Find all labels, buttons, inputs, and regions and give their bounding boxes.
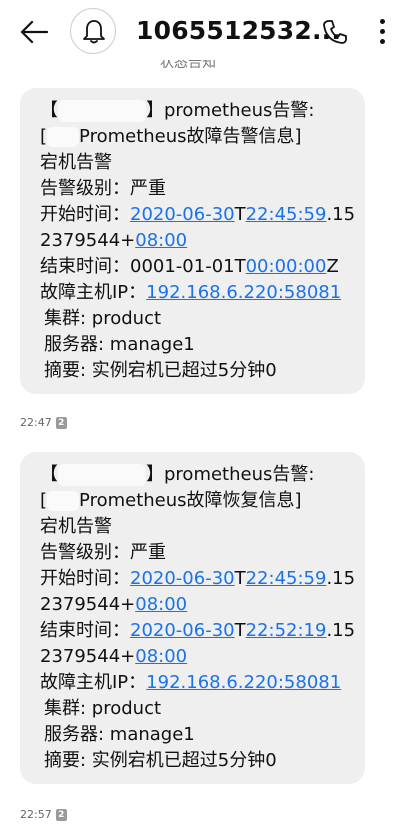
message-line: 宕机告警 xyxy=(40,516,112,537)
time-link[interactable]: 22:45:59 xyxy=(246,568,327,589)
start-time-line: 开始时间：2020-06-30T22:45:59.15 xyxy=(40,204,356,225)
message-meta: 22:57 2 xyxy=(20,808,67,821)
ip-link[interactable]: 192.168.6.220:58081 xyxy=(146,672,341,693)
message-line: 摘要: 实例宕机已超过5分钟0 xyxy=(44,750,277,771)
message-meta: 22:47 2 xyxy=(20,416,67,429)
message-line: 摘要: 实例宕机已超过5分钟0 xyxy=(44,360,277,381)
time-link[interactable]: 22:45:59 xyxy=(246,204,327,225)
sim-card-icon: 2 xyxy=(55,808,67,821)
message-timestamp: 22:47 xyxy=(20,416,52,429)
date-link[interactable]: 2020-06-30 xyxy=(130,568,235,589)
notification-button[interactable] xyxy=(70,8,116,54)
time-link[interactable]: 22:52:19 xyxy=(246,620,327,641)
redacted-sender xyxy=(58,464,146,486)
host-ip-line: 故障主机IP：192.168.6.220:58081 xyxy=(40,282,342,303)
message-line: [Prometheus故障恢复信息] xyxy=(40,490,302,511)
time-link[interactable]: 08:00 xyxy=(135,646,187,667)
message-line: 告警级别：严重 xyxy=(40,178,166,199)
end-time-line: 结束时间：0001-01-01T00:00:00Z xyxy=(40,256,339,277)
ip-link[interactable]: 192.168.6.220:58081 xyxy=(146,282,341,303)
message-bubble[interactable]: 【】prometheus告警: [Prometheus故障恢复信息] 宕机告警 … xyxy=(20,452,365,784)
end-time-line: 结束时间：2020-06-30T22:52:19.15 xyxy=(40,620,356,641)
message-line: 集群: product xyxy=(44,308,162,329)
host-ip-line: 故障主机IP：192.168.6.220:58081 xyxy=(40,672,342,693)
time-link[interactable]: 08:00 xyxy=(135,230,187,251)
message-line: 集群: product xyxy=(44,698,162,719)
message-line: 服务器: manage1 xyxy=(44,724,195,745)
arrow-left-icon[interactable] xyxy=(20,20,49,44)
conversation-title: 1065512532... xyxy=(136,16,342,45)
start-time-continuation: 2379544+08:00 xyxy=(40,230,188,251)
time-link[interactable]: 08:00 xyxy=(135,594,187,615)
time-link[interactable]: 00:00:00 xyxy=(246,256,327,277)
start-time-line: 开始时间：2020-06-30T22:45:59.15 xyxy=(40,568,356,589)
bell-icon xyxy=(83,20,105,44)
message-line: 宕机告警 xyxy=(40,152,112,173)
start-time-continuation: 2379544+08:00 xyxy=(40,594,188,615)
message-line: 【】prometheus告警: xyxy=(40,464,315,486)
more-vertical-icon[interactable] xyxy=(380,19,386,45)
redacted-text xyxy=(47,491,80,511)
message-line: 服务器: manage1 xyxy=(44,334,195,355)
message-bubble[interactable]: 【】prometheus告警: [Prometheus故障告警信息] 宕机告警 … xyxy=(20,88,365,394)
redacted-sender xyxy=(58,100,146,122)
message-timestamp: 22:57 xyxy=(20,808,52,821)
app-header: 1065512532... xyxy=(0,0,410,62)
previous-message-fragment: 状态告知 xyxy=(160,60,216,68)
date-link[interactable]: 2020-06-30 xyxy=(130,204,235,225)
redacted-text xyxy=(47,127,80,147)
phone-icon[interactable] xyxy=(322,19,348,49)
sim-card-icon: 2 xyxy=(55,416,67,429)
message-line: [Prometheus故障告警信息] xyxy=(40,126,302,147)
date-link[interactable]: 2020-06-30 xyxy=(130,620,235,641)
message-line: 【】prometheus告警: xyxy=(40,100,315,122)
message-line: 告警级别：严重 xyxy=(40,542,166,563)
end-time-continuation: 2379544+08:00 xyxy=(40,646,188,667)
